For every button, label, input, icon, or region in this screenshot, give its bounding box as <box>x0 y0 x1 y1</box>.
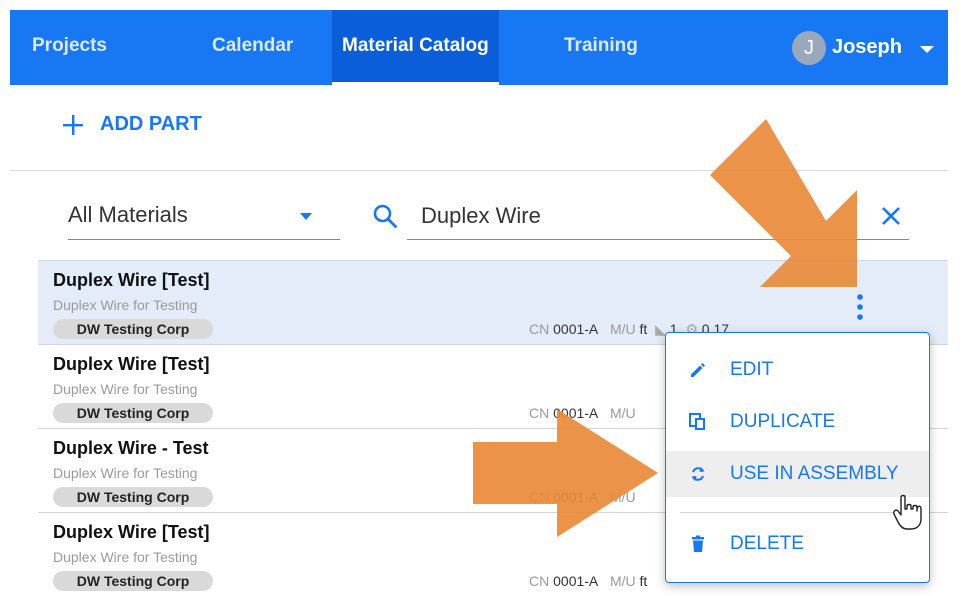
cn-value: 0001-A <box>553 321 599 337</box>
category-value: All Materials <box>68 202 188 227</box>
user-name: Joseph <box>831 36 902 58</box>
item-meta: CN 0001-A M/U <box>529 489 636 505</box>
menu-item-label: EDIT <box>730 359 774 380</box>
nav-calendar[interactable]: Calendar <box>202 10 303 85</box>
search-value: Duplex Wire <box>421 203 541 228</box>
item-description: Duplex Wire for Testing <box>53 549 198 565</box>
item-title: Duplex Wire - Test <box>53 438 209 458</box>
menu-item-duplicate[interactable]: DUPLICATE <box>666 399 929 445</box>
item-title: Duplex Wire [Test] <box>53 522 210 542</box>
close-icon[interactable] <box>880 205 902 227</box>
item-description: Duplex Wire for Testing <box>53 381 198 397</box>
material-category-select[interactable]: All Materials <box>68 196 340 240</box>
item-title: Duplex Wire [Test] <box>53 354 210 374</box>
search-input[interactable]: Duplex Wire <box>407 196 909 240</box>
cn-value: 0001-A <box>553 573 599 589</box>
cn-label: CN <box>529 573 550 589</box>
search-icon <box>373 204 397 228</box>
caret-down-icon <box>920 45 934 53</box>
vendor-chip: DW Testing Corp <box>53 571 213 591</box>
item-meta: CN 0001-A M/U ft <box>529 573 647 589</box>
vendor-chip: DW Testing Corp <box>53 487 213 507</box>
mu-value: ft <box>639 573 648 589</box>
vendor-chip: DW Testing Corp <box>53 403 213 423</box>
trash-icon <box>692 535 704 552</box>
context-menu: EDIT DUPLICATE USE IN ASSEMBLY DELETE <box>665 332 930 583</box>
mu-value: ft <box>639 321 648 337</box>
menu-item-use-in-assembly[interactable]: USE IN ASSEMBLY <box>666 451 929 497</box>
sync-icon <box>691 467 705 481</box>
menu-item-label: DUPLICATE <box>730 411 836 432</box>
copy-icon <box>689 413 705 430</box>
menu-item-label: DELETE <box>730 533 804 554</box>
add-part-label: ADD PART <box>100 113 202 135</box>
menu-divider <box>680 512 917 513</box>
avatar: J <box>791 30 826 65</box>
nav-material-catalog[interactable]: Material Catalog <box>332 10 499 85</box>
vendor-chip: DW Testing Corp <box>53 319 213 339</box>
mu-label: M/U <box>609 573 636 589</box>
menu-item-edit[interactable]: EDIT <box>666 347 929 393</box>
cn-label: CN <box>529 321 550 337</box>
cn-value: 0001-A <box>553 405 599 421</box>
divider <box>10 170 948 171</box>
cn-value: 0001-A <box>553 489 599 505</box>
item-description: Duplex Wire for Testing <box>53 465 198 481</box>
item-title: Duplex Wire [Test] <box>53 270 210 290</box>
menu-item-label: USE IN ASSEMBLY <box>730 463 899 484</box>
plus-icon <box>63 114 83 135</box>
mu-label: M/U <box>609 321 636 337</box>
caret-down-icon <box>300 213 312 220</box>
menu-item-delete[interactable]: DELETE <box>666 521 929 567</box>
item-description: Duplex Wire for Testing <box>53 297 198 313</box>
cn-label: CN <box>529 405 550 421</box>
mu-label: M/U <box>609 405 636 421</box>
mu-label: M/U <box>609 489 636 505</box>
item-meta: CN 0001-A M/U <box>529 405 636 421</box>
top-navbar: Projects Calendar Material Catalog Train… <box>10 10 948 85</box>
more-vert-icon[interactable] <box>855 293 865 321</box>
cn-label: CN <box>529 489 550 505</box>
add-part-button[interactable]: ADD PART <box>62 113 202 136</box>
user-menu[interactable]: J Joseph <box>791 10 934 85</box>
nav-projects[interactable]: Projects <box>22 10 117 85</box>
pencil-icon <box>691 363 705 377</box>
nav-training[interactable]: Training <box>554 10 648 85</box>
